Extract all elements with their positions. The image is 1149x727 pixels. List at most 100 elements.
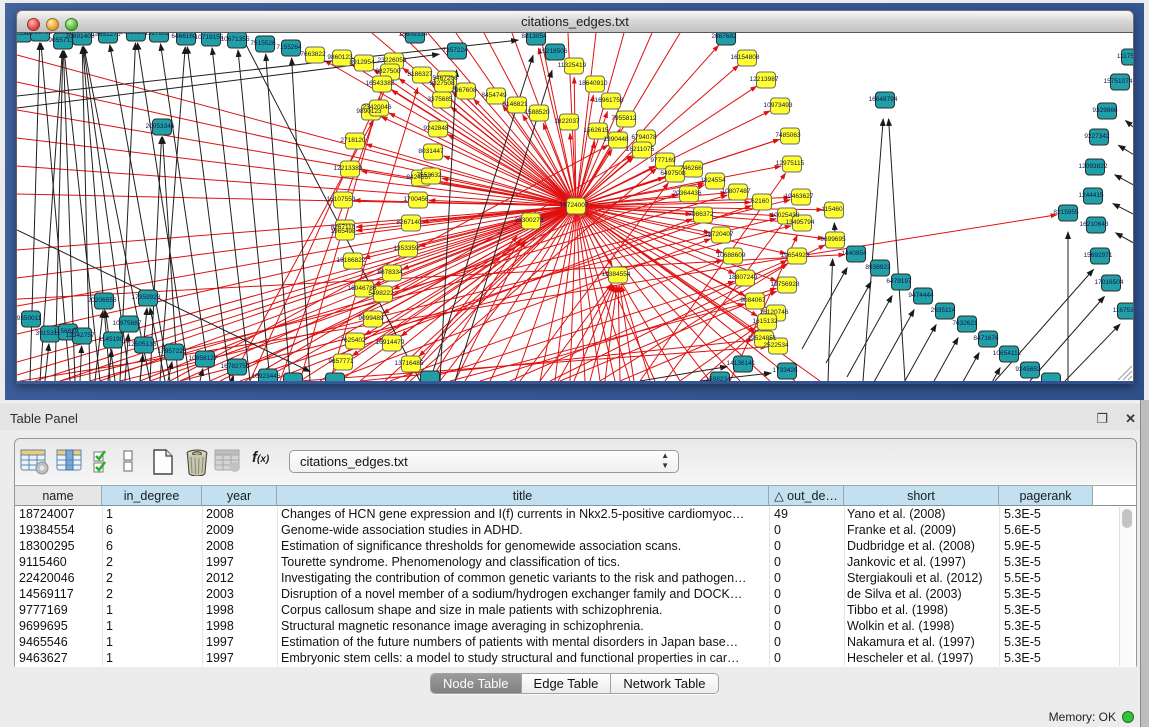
svg-text:1353359: 1353359 bbox=[393, 245, 419, 252]
svg-text:7632621: 7632621 bbox=[952, 320, 978, 327]
svg-text:12975115: 12975115 bbox=[776, 160, 805, 167]
svg-text:12505135: 12505135 bbox=[128, 341, 157, 348]
svg-text:16211075: 16211075 bbox=[626, 146, 655, 153]
svg-text:9084067: 9084067 bbox=[740, 297, 766, 304]
svg-text:19463627: 19463627 bbox=[785, 193, 814, 200]
svg-text:9857771: 9857771 bbox=[328, 358, 354, 365]
svg-text:10807487: 10807487 bbox=[722, 188, 751, 195]
svg-text:16648794: 16648794 bbox=[869, 96, 898, 103]
svg-text:11325419: 11325419 bbox=[558, 62, 587, 69]
svg-text:7155264: 7155264 bbox=[276, 44, 302, 51]
svg-text:8031447: 8031447 bbox=[418, 148, 444, 155]
svg-text:16543382: 16543382 bbox=[366, 80, 395, 87]
svg-text:1598234: 1598234 bbox=[705, 376, 731, 381]
svg-text:115460: 115460 bbox=[821, 206, 843, 213]
svg-text:7986372: 7986372 bbox=[688, 211, 714, 218]
svg-text:15692971: 15692971 bbox=[1084, 252, 1113, 259]
svg-text:9146821: 9146821 bbox=[502, 101, 528, 108]
svg-text:8813054: 8813054 bbox=[521, 33, 547, 40]
svg-text:1615132: 1615132 bbox=[752, 318, 778, 325]
svg-text:5498222: 5498222 bbox=[368, 290, 394, 297]
svg-text:20206556: 20206556 bbox=[88, 297, 117, 304]
svg-text:9474444: 9474444 bbox=[908, 292, 934, 299]
svg-text:8938923: 8938923 bbox=[865, 264, 891, 271]
svg-text:7552632: 7552632 bbox=[416, 172, 442, 179]
svg-text:7515526: 7515526 bbox=[250, 40, 276, 47]
svg-text:9777169: 9777169 bbox=[650, 157, 676, 164]
svg-text:1244415: 1244415 bbox=[1078, 192, 1104, 199]
svg-text:13716485: 13716485 bbox=[395, 360, 424, 367]
svg-text:2887682: 2887682 bbox=[711, 33, 737, 40]
svg-text:15751074: 15751074 bbox=[1104, 78, 1133, 85]
svg-text:1824554: 1824554 bbox=[700, 177, 726, 184]
svg-text:8186327: 8186327 bbox=[407, 71, 433, 78]
svg-text:18651276: 18651276 bbox=[92, 33, 121, 38]
svg-text:7955812: 7955812 bbox=[611, 115, 637, 122]
svg-text:12213987: 12213987 bbox=[750, 76, 779, 83]
svg-text:1990448: 1990448 bbox=[603, 136, 629, 143]
svg-text:9827500: 9827500 bbox=[375, 68, 401, 75]
svg-text:10654112: 10654112 bbox=[993, 350, 1022, 357]
svg-text:18640910: 18640910 bbox=[579, 80, 608, 87]
svg-text:1562615: 1562615 bbox=[583, 127, 609, 134]
svg-text:2718120: 2718120 bbox=[340, 137, 366, 144]
svg-text:3375685: 3375685 bbox=[427, 96, 453, 103]
svg-text:9327508: 9327508 bbox=[429, 80, 455, 87]
svg-text:1145190: 1145190 bbox=[99, 336, 124, 343]
svg-text:1733426: 1733426 bbox=[772, 367, 798, 374]
svg-text:10973493: 10973493 bbox=[764, 102, 793, 109]
svg-text:1965498: 1965498 bbox=[330, 228, 356, 235]
svg-text:12213383: 12213383 bbox=[334, 165, 363, 172]
svg-text:12342757: 12342757 bbox=[66, 332, 95, 339]
svg-text:1527602: 1527602 bbox=[144, 33, 170, 37]
svg-text:7625402: 7625402 bbox=[340, 337, 366, 344]
svg-text:1588520: 1588520 bbox=[524, 109, 550, 116]
svg-text:7485063: 7485063 bbox=[775, 132, 801, 139]
svg-text:20364436: 20364436 bbox=[673, 190, 702, 197]
svg-text:19384554: 19384554 bbox=[602, 271, 631, 278]
svg-text:16210643: 16210643 bbox=[1080, 221, 1109, 228]
svg-text:18807249: 18807249 bbox=[729, 274, 758, 281]
svg-text:17016504: 17016504 bbox=[1095, 279, 1124, 286]
svg-text:8912954: 8912954 bbox=[349, 59, 375, 66]
svg-text:19524851: 19524851 bbox=[748, 335, 777, 342]
svg-text:1822037: 1822037 bbox=[554, 118, 580, 125]
svg-text:10688609: 10688609 bbox=[717, 252, 746, 259]
svg-text:10671355: 10671355 bbox=[221, 36, 250, 43]
svg-text:23226058: 23226058 bbox=[378, 57, 407, 64]
svg-text:16961758: 16961758 bbox=[595, 97, 624, 104]
svg-text:16107553: 16107553 bbox=[327, 196, 356, 203]
svg-text:1700456: 1700456 bbox=[403, 196, 429, 203]
svg-text:9699695: 9699695 bbox=[820, 236, 846, 243]
svg-text:13495794: 13495794 bbox=[786, 219, 815, 226]
svg-text:20691406: 20691406 bbox=[66, 33, 95, 40]
svg-text:16120746: 16120746 bbox=[760, 309, 789, 316]
svg-text:62160: 62160 bbox=[751, 198, 769, 205]
svg-text:746266: 746266 bbox=[680, 165, 702, 172]
svg-text:2935114: 2935114 bbox=[931, 307, 956, 314]
svg-text:18724007: 18724007 bbox=[560, 202, 589, 209]
svg-text:20053346: 20053346 bbox=[146, 123, 175, 130]
svg-text:2967608: 2967608 bbox=[451, 87, 477, 94]
svg-text:9329966: 9329966 bbox=[1092, 107, 1118, 114]
svg-text:18609334: 18609334 bbox=[399, 33, 428, 38]
svg-text:8471676: 8471676 bbox=[973, 335, 999, 342]
svg-text:8267140: 8267140 bbox=[396, 219, 422, 226]
svg-text:10719155: 10719155 bbox=[195, 34, 224, 41]
svg-text:10923446: 10923446 bbox=[252, 373, 281, 380]
svg-text:1440954: 1440954 bbox=[841, 250, 867, 257]
svg-text:18720407: 18720407 bbox=[705, 231, 734, 238]
svg-text:14055713: 14055713 bbox=[24, 33, 53, 36]
svg-text:9227342: 9227342 bbox=[1084, 133, 1110, 140]
svg-text:14136141: 14136141 bbox=[727, 360, 756, 367]
svg-text:2522534: 2522534 bbox=[763, 342, 789, 349]
svg-text:7357224: 7357224 bbox=[442, 47, 468, 54]
svg-text:17359928: 17359928 bbox=[132, 294, 161, 301]
svg-text:9242848: 9242848 bbox=[423, 125, 449, 132]
svg-text:6794078: 6794078 bbox=[631, 134, 657, 141]
svg-text:1117510: 1117510 bbox=[1117, 53, 1133, 60]
svg-text:8454749: 8454749 bbox=[481, 92, 507, 99]
svg-text:9245652: 9245652 bbox=[1015, 366, 1041, 373]
svg-text:17957225: 17957225 bbox=[158, 348, 187, 355]
svg-text:9350011: 9350011 bbox=[17, 315, 42, 322]
